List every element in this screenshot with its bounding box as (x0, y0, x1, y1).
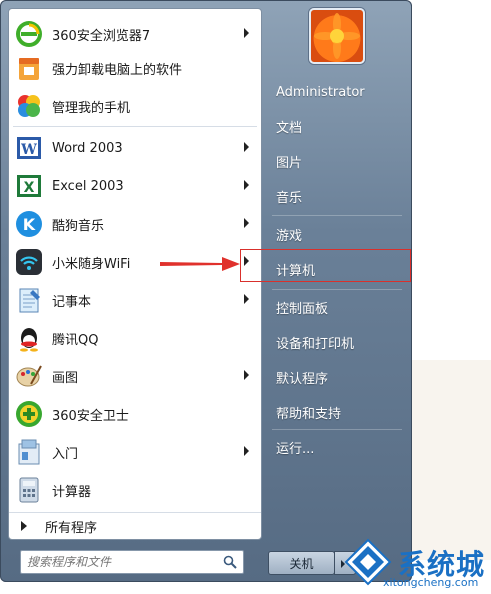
program-item-kugou[interactable]: K 酷狗音乐 (9, 206, 261, 242)
user-avatar[interactable] (309, 8, 365, 64)
background-area (412, 0, 491, 360)
right-item-label: 图片 (276, 155, 303, 171)
user-name-link[interactable]: Administrator (268, 77, 408, 107)
svg-text:K: K (23, 215, 36, 234)
right-item-label: 运行... (276, 441, 315, 457)
right-item-label: 文档 (276, 120, 303, 136)
search-icon[interactable] (223, 554, 237, 573)
pointer-arrow-icon (160, 257, 240, 271)
getting-started-icon (14, 437, 44, 467)
svg-text:X: X (24, 180, 35, 196)
uninstall-icon (14, 53, 44, 83)
notepad-icon (14, 285, 44, 315)
divider (272, 289, 402, 290)
phone-manager-icon (14, 91, 44, 121)
program-label: 360安全浏览器7 (52, 28, 151, 44)
right-item-label: 设备和打印机 (276, 336, 355, 352)
program-label: 360安全卫士 (52, 408, 129, 424)
program-list: 360安全浏览器7 强力卸载电脑上的软件 管理我的手机 W Word 2003 (8, 8, 262, 540)
program-item-phone-manager[interactable]: 管理我的手机 (9, 88, 261, 124)
right-item-music[interactable]: 音乐 (268, 181, 408, 211)
all-programs-button[interactable]: 所有程序 (9, 512, 261, 539)
shutdown-button[interactable]: 关机 (268, 551, 335, 575)
security-360-icon (14, 399, 44, 429)
user-name-label: Administrator (276, 84, 365, 100)
right-item-pictures[interactable]: 图片 (268, 146, 408, 176)
program-item-uninstaller[interactable]: 强力卸载电脑上的软件 (9, 50, 261, 86)
right-item-label: 游戏 (276, 228, 303, 244)
right-item-label: 默认程序 (276, 371, 329, 387)
word-icon: W (14, 133, 44, 163)
svg-text:W: W (20, 142, 37, 158)
submenu-arrow-icon[interactable] (244, 180, 249, 190)
right-item-control-panel[interactable]: 控制面板 (268, 292, 408, 322)
program-item-calculator[interactable]: 计算器 (9, 472, 261, 508)
start-menu: 360安全浏览器7 强力卸载电脑上的软件 管理我的手机 W Word 2003 (0, 0, 412, 582)
program-label: 记事本 (52, 294, 92, 310)
program-item-360-browser[interactable]: 360安全浏览器7 (9, 16, 261, 52)
program-label: 强力卸载电脑上的软件 (52, 62, 183, 78)
program-item-paint[interactable]: 画图 (9, 358, 261, 394)
program-label: 腾讯QQ (52, 332, 99, 348)
paint-icon (14, 361, 44, 391)
right-item-help-support[interactable]: 帮助和支持 (268, 397, 408, 427)
watermark-url: xitongcheng.com (383, 576, 479, 589)
divider (13, 126, 257, 127)
kugou-icon: K (14, 209, 44, 239)
right-item-default-programs[interactable]: 默认程序 (268, 362, 408, 392)
program-item-360-security[interactable]: 360安全卫士 (9, 396, 261, 432)
calculator-icon (14, 475, 44, 505)
right-item-games[interactable]: 游戏 (268, 219, 408, 249)
program-label: Word 2003 (52, 140, 123, 156)
divider (272, 215, 402, 216)
right-item-label: 帮助和支持 (276, 406, 342, 422)
submenu-arrow-icon[interactable] (244, 28, 249, 38)
right-item-devices-printers[interactable]: 设备和打印机 (268, 327, 408, 357)
all-programs-label: 所有程序 (45, 520, 98, 536)
qq-icon (14, 323, 44, 353)
program-label: 画图 (52, 370, 79, 386)
submenu-arrow-icon[interactable] (244, 142, 249, 152)
wifi-icon (14, 247, 44, 277)
program-label: 入门 (52, 446, 79, 462)
program-label: 计算器 (52, 484, 92, 500)
program-item-word[interactable]: W Word 2003 (9, 130, 261, 166)
program-label: 酷狗音乐 (52, 218, 105, 234)
expand-arrow-icon (21, 521, 27, 531)
program-item-excel[interactable]: X Excel 2003 (9, 168, 261, 204)
search-box[interactable] (20, 550, 244, 574)
right-item-label: 音乐 (276, 190, 303, 206)
right-item-label: 控制面板 (276, 301, 329, 317)
program-item-getting-started[interactable]: 入门 (9, 434, 261, 470)
browser-360-icon (14, 19, 44, 49)
program-label: 管理我的手机 (52, 100, 131, 116)
excel-icon: X (14, 171, 44, 201)
program-label: Excel 2003 (52, 178, 124, 194)
program-item-qq[interactable]: 腾讯QQ (9, 320, 261, 356)
submenu-arrow-icon[interactable] (244, 370, 249, 380)
submenu-arrow-icon[interactable] (244, 294, 249, 304)
submenu-arrow-icon[interactable] (244, 446, 249, 456)
right-item-documents[interactable]: 文档 (268, 111, 408, 141)
program-label: 小米随身WiFi (52, 256, 131, 272)
submenu-arrow-icon[interactable] (244, 218, 249, 228)
search-input[interactable] (21, 552, 217, 572)
shutdown-label: 关机 (289, 556, 314, 571)
computer-highlight-box (240, 249, 411, 282)
program-item-notepad[interactable]: 记事本 (9, 282, 261, 318)
divider (272, 429, 402, 430)
right-item-run[interactable]: 运行... (268, 432, 408, 462)
